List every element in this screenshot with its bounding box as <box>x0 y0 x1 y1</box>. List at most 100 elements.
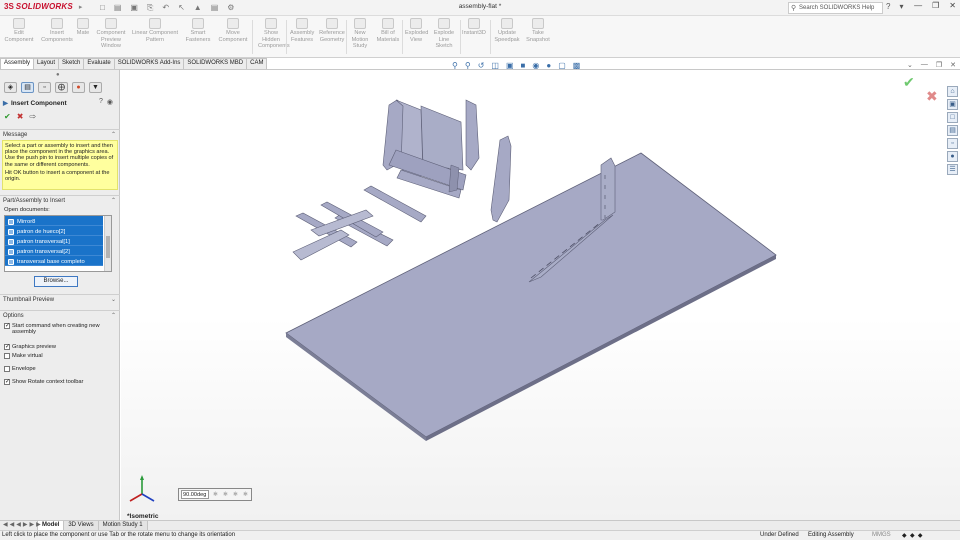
list-item[interactable]: transversal base completo <box>5 256 103 266</box>
cam-manager-tab-icon[interactable]: ▼ <box>89 82 102 93</box>
help-icon[interactable]: ? <box>99 98 103 106</box>
tab-solidworks-add-ins[interactable]: SOLIDWORKS Add-Ins <box>113 58 185 69</box>
ribbon-button[interactable]: Linear Component Pattern <box>132 18 178 43</box>
list-scrollbar[interactable] <box>104 216 111 271</box>
checkbox[interactable] <box>4 353 10 359</box>
ribbon-button[interactable]: Mate <box>76 18 90 37</box>
checkbox[interactable]: ✓ <box>4 344 10 350</box>
side-panel[interactable] <box>490 135 512 223</box>
help-icon[interactable]: ? <box>886 2 890 11</box>
thumbnail-preview-section-header[interactable]: Thumbnail Preview ⌄ <box>0 294 120 304</box>
ribbon-button[interactable]: Update Speedpak <box>494 18 520 43</box>
list-item[interactable]: patron transversal[2] <box>5 246 103 256</box>
rotate-angle-field[interactable]: 90.00deg <box>181 490 209 499</box>
rotate-z-icon[interactable]: ⚛ <box>232 491 239 499</box>
expand-chevron-icon[interactable]: ⌄ <box>111 296 116 303</box>
checkbox[interactable]: ✓ <box>4 379 10 385</box>
tab-cam[interactable]: CAM <box>246 58 268 69</box>
checkbox[interactable] <box>4 366 10 372</box>
configuration-manager-tab-icon[interactable]: ▫ <box>38 82 51 93</box>
option-checkbox-row[interactable]: ✓ Start command when creating new assembl… <box>4 323 116 336</box>
option-checkbox-row[interactable]: ✓ Show Rotate context toolbar <box>4 379 116 385</box>
ribbon-button[interactable]: Reference Geometry <box>318 18 346 43</box>
view-orientation-icon[interactable]: ▣ <box>506 61 514 70</box>
option-checkbox-row[interactable]: ✓ Graphics preview <box>4 344 116 350</box>
search-help-field[interactable]: ⚲ Search SOLIDWORKS Help <box>788 2 883 14</box>
ribbon-button[interactable]: Exploded View <box>405 18 428 43</box>
ribbon-button[interactable]: Take Snapshot <box>525 18 551 43</box>
rotate-y-icon[interactable]: ⚛ <box>222 491 229 499</box>
panel-grip-icon[interactable]: ● <box>56 72 60 78</box>
collapse-chevron-icon[interactable]: ⌃ <box>111 131 116 138</box>
previous-view-icon[interactable]: ↺ <box>478 61 485 70</box>
resources-icon[interactable]: ▣ <box>947 99 958 110</box>
property-manager-tab-icon[interactable]: ▤ <box>21 82 34 93</box>
restore-icon[interactable]: ❐ <box>932 1 939 10</box>
detailed-preview-icon[interactable]: ◉ <box>107 98 113 106</box>
list-item[interactable]: patron de hueco[2] <box>5 226 103 236</box>
tab-scroll-arrows[interactable]: ◀◀◀▶▶▶ <box>3 521 43 528</box>
ribbon-button[interactable]: New Motion Study <box>350 18 370 50</box>
option-checkbox-row[interactable]: Envelope <box>4 366 116 372</box>
close-icon[interactable]: ✕ <box>949 1 956 10</box>
zoom-to-fit-icon[interactable]: ⚲ <box>452 61 458 70</box>
rotate-x-icon[interactable]: ⚛ <box>212 491 219 499</box>
minimize-icon[interactable]: — <box>914 1 922 10</box>
display-style-icon[interactable]: ■ <box>521 61 526 70</box>
ribbon-button[interactable]: Show Hidden Components <box>258 18 290 50</box>
ribbon-button[interactable]: Instant3D <box>462 18 486 37</box>
status-icons[interactable]: ◆ ◆ ◆ <box>902 532 923 539</box>
message-section-header[interactable]: Message ⌃ <box>0 129 120 139</box>
hide-show-icon[interactable]: ◉ <box>532 61 539 70</box>
ribbon-button[interactable]: Move Component <box>218 18 248 43</box>
open-documents-list[interactable]: Mirror8 patron de hueco[2] patron transver… <box>4 215 112 272</box>
exploded-frame[interactable] <box>382 99 480 199</box>
section-view-icon[interactable]: ◫ <box>491 61 499 70</box>
confirm-ok-icon[interactable]: ✔ <box>903 74 915 91</box>
home-icon[interactable]: ⌂ <box>947 86 958 97</box>
tab-layout[interactable]: Layout <box>33 58 60 69</box>
feature-manager-tab-icon[interactable]: ◈ <box>4 82 17 93</box>
list-item[interactable]: patron transversal[1] <box>5 236 103 246</box>
ribbon-button[interactable]: Explode Line Sketch <box>433 18 455 50</box>
crossbar-parts[interactable] <box>292 185 427 261</box>
view-palette-icon[interactable]: ▫ <box>947 138 958 149</box>
options-section-header[interactable]: Options ⌃ <box>0 310 120 320</box>
appearances-icon[interactable]: ● <box>947 151 958 162</box>
push-pin-icon[interactable]: ⇨ <box>29 112 36 121</box>
ribbon-button[interactable]: Component Preview Window <box>96 18 126 50</box>
ribbon-button[interactable]: Assembly Features <box>290 18 314 43</box>
cancel-x-icon[interactable]: ✖ <box>17 112 24 121</box>
ok-check-icon[interactable]: ✔ <box>4 112 11 121</box>
edit-appearance-icon[interactable]: ● <box>546 61 551 70</box>
file-explorer-icon[interactable]: ▤ <box>947 125 958 136</box>
help-dropdown-icon[interactable]: ▾ <box>899 2 903 11</box>
custom-properties-icon[interactable]: ☰ <box>947 164 958 175</box>
ribbon-button[interactable]: Insert Components <box>40 18 74 43</box>
base-plate[interactable] <box>285 152 777 441</box>
design-library-icon[interactable]: □ <box>947 112 958 123</box>
scene-icon[interactable]: ▢ <box>558 61 566 70</box>
ribbon-button[interactable]: Smart Fasteners <box>184 18 212 43</box>
unit-system[interactable]: MMGS <box>872 532 891 538</box>
collapse-chevron-icon[interactable]: ⌃ <box>111 312 116 319</box>
option-checkbox-row[interactable]: Make virtual <box>4 353 116 359</box>
zoom-area-icon[interactable]: ⚲ <box>465 61 471 70</box>
close-doc-icon[interactable]: ✕ <box>950 61 956 69</box>
minimize-doc-icon[interactable]: — <box>921 61 928 69</box>
view-settings-icon[interactable]: ▩ <box>573 61 581 70</box>
restore-doc-icon[interactable]: ❐ <box>936 61 942 69</box>
rotate-free-icon[interactable]: ⚛ <box>242 491 249 499</box>
tab-sketch[interactable]: Sketch <box>58 58 85 69</box>
scrollbar-thumb[interactable] <box>106 236 110 258</box>
confirm-cancel-icon[interactable]: ✖ <box>926 88 938 105</box>
dimxpert-tab-icon[interactable]: ⨁ <box>55 82 68 93</box>
browse-button[interactable]: Browse... <box>34 276 78 287</box>
collapse-icon[interactable]: ⌄ <box>907 61 913 69</box>
checkbox[interactable]: ✓ <box>4 323 10 329</box>
tab-assembly[interactable]: Assembly <box>0 58 35 69</box>
tab-solidworks-mbd[interactable]: SOLIDWORKS MBD <box>183 58 248 69</box>
display-manager-tab-icon[interactable]: ● <box>72 82 85 93</box>
graphics-area[interactable]: ✔ ✖ <box>121 70 960 520</box>
ribbon-button[interactable]: Bill of Materials <box>376 18 400 43</box>
